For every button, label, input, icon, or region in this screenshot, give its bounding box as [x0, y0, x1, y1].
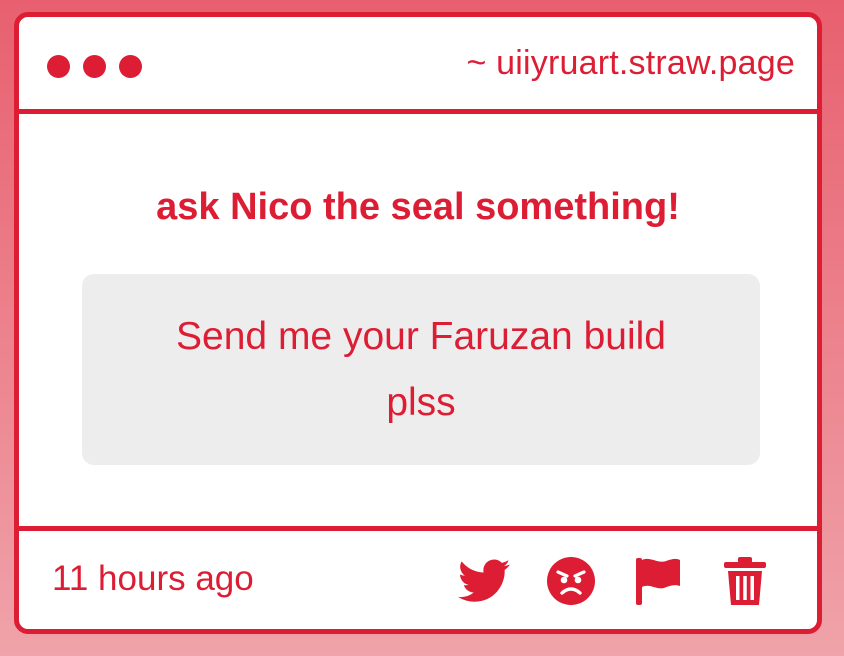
report-button[interactable]: [630, 553, 686, 609]
timestamp: 11 hours ago: [52, 559, 254, 598]
page-url[interactable]: ~ uiiyruart.straw.page: [466, 44, 795, 83]
message-box: Send me your Faruzan build plss: [82, 274, 760, 465]
window-dot: [47, 55, 70, 78]
action-bar: [456, 553, 773, 609]
delete-button[interactable]: [717, 553, 773, 609]
react-angry-button[interactable]: [543, 553, 599, 609]
share-twitter-button[interactable]: [456, 553, 512, 609]
question-card: ~ uiiyruart.straw.page ask Nico the seal…: [14, 12, 822, 634]
window-controls: [47, 55, 142, 78]
card-footer: 11 hours ago: [19, 526, 817, 629]
twitter-icon: [458, 559, 510, 603]
window-titlebar: ~ uiiyruart.straw.page: [19, 17, 817, 114]
window-dot: [83, 55, 106, 78]
page-title: ask Nico the seal something!: [156, 186, 680, 228]
trash-icon: [723, 556, 767, 606]
window-dot: [119, 55, 142, 78]
card-body: ask Nico the seal something! Send me you…: [19, 114, 817, 525]
message-text: Send me your Faruzan build plss: [176, 314, 666, 424]
flag-icon: [634, 556, 682, 606]
angry-face-icon: [546, 556, 596, 606]
